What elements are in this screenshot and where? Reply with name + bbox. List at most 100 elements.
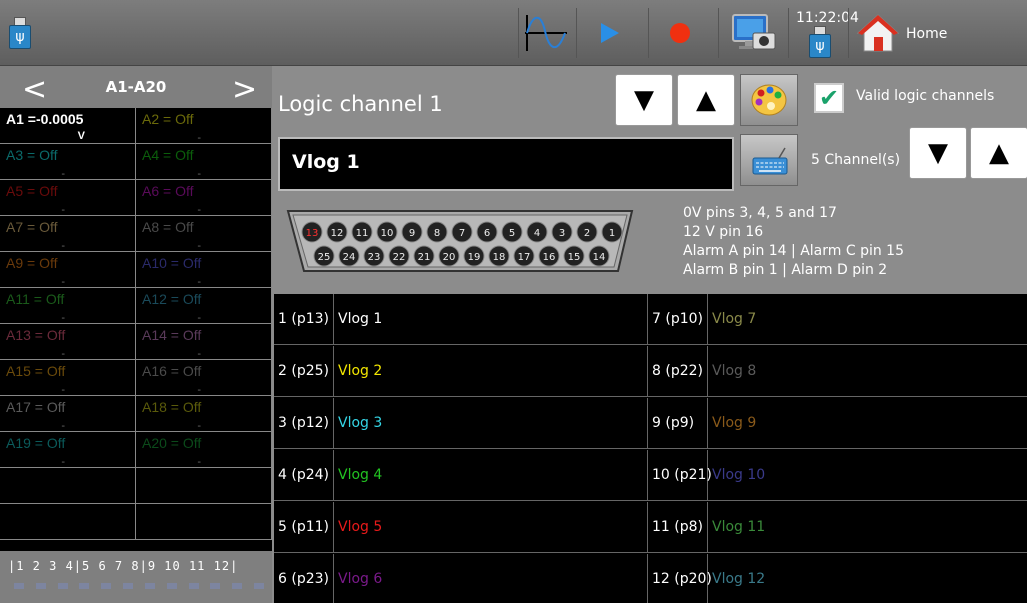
channel-pin-cell[interactable]: 5 (p11) — [274, 502, 334, 553]
channel-cell[interactable]: A6 = Off - — [136, 180, 272, 216]
channel-cell[interactable]: A1 =-0.0005 V — [0, 108, 136, 144]
db25-connector-diagram: 13 12 11 10 9 8 7 6 5 4 3 2 1 25 24 23 22 21 20 19 18 17 16 15… — [286, 210, 634, 272]
channel-pin-cell[interactable]: 12 (p20) — [648, 554, 712, 603]
connector-pin-label: 24 — [343, 252, 356, 263]
channel-name-cell[interactable]: Vlog 7 — [708, 294, 1027, 345]
channel-name-cell[interactable]: Vlog 1 — [334, 294, 648, 345]
channel-cell[interactable]: A20 = Off - — [136, 432, 272, 468]
channel-name-cell[interactable]: Vlog 9 — [708, 398, 1027, 449]
pin-info-line: Alarm B pin 1 | Alarm D pin 2 — [683, 262, 888, 278]
channel-cell[interactable]: A3 = Off - — [0, 144, 136, 180]
divider — [788, 8, 789, 58]
connector-pin-label: 11 — [356, 228, 369, 239]
channel-pin-cell[interactable]: 1 (p13) — [274, 294, 334, 345]
channel-cell[interactable]: A2 = Off - — [136, 108, 272, 144]
channel-cell[interactable] — [136, 468, 272, 504]
channel-pin-cell[interactable]: 10 (p21) — [648, 450, 712, 501]
connector-pin-label: 25 — [318, 252, 331, 263]
usb-button[interactable]: ψ — [6, 8, 34, 58]
channel-cell[interactable]: A15 = Off - — [0, 360, 136, 396]
keyboard-button[interactable] — [740, 134, 798, 186]
channel-value: A5 = Off — [6, 183, 58, 199]
connector-pin-label: 7 — [459, 228, 465, 239]
channel-count-down-button[interactable]: ▼ — [909, 127, 967, 179]
channel-grid-row: A9 = Off - A10 = Off - — [0, 252, 272, 288]
channel-value: A3 = Off — [6, 147, 58, 163]
channel-name-cell[interactable]: Vlog 10 — [708, 450, 1027, 501]
channel-bar: - — [61, 312, 65, 324]
channel-pin-cell[interactable]: 8 (p22) — [648, 346, 708, 397]
usb-status-button[interactable]: ψ — [808, 24, 832, 60]
channel-cell[interactable]: A11 = Off - — [0, 288, 136, 324]
channel-name-cell[interactable]: Vlog 4 — [334, 450, 648, 501]
play-icon — [601, 23, 619, 43]
record-button[interactable] — [660, 8, 700, 58]
channel-bar: - — [61, 240, 65, 252]
home-label: Home — [906, 26, 948, 42]
channel-cell[interactable]: A5 = Off - — [0, 180, 136, 216]
channel-grid-row: A3 = Off - A4 = Off - — [0, 144, 272, 180]
channel-name-cell[interactable]: Vlog 6 — [334, 554, 648, 603]
channel-cell[interactable] — [0, 468, 136, 504]
channel-value: A9 = Off — [6, 255, 58, 271]
ruler-indicators — [14, 583, 264, 589]
channel-count-up-button[interactable]: ▲ — [970, 127, 1027, 179]
channel-pin-cell[interactable]: 4 (p24) — [274, 450, 334, 501]
channel-pin-cell[interactable]: 7 (p10) — [648, 294, 708, 345]
snapshot-button[interactable] — [724, 8, 782, 58]
channel-cell[interactable]: A19 = Off - — [0, 432, 136, 468]
prev-channel-button[interactable]: ▼ — [615, 74, 673, 126]
top-toolbar: ψ 11:22:04 ψ Home — [0, 0, 1027, 66]
channel-bar: - — [61, 348, 65, 360]
channel-name-field[interactable]: Vlog 1 — [278, 137, 734, 191]
channel-grid-row — [0, 468, 272, 504]
connector-pin-label: 12 — [331, 228, 344, 239]
next-channel-button[interactable]: ▲ — [677, 74, 735, 126]
channel-value: A20 = Off — [142, 435, 202, 451]
channel-cell[interactable]: A9 = Off - — [0, 252, 136, 288]
channel-cell[interactable]: A17 = Off - — [0, 396, 136, 432]
channel-bar: - — [197, 348, 201, 360]
valid-logic-checkbox[interactable]: ✔ — [814, 83, 844, 113]
channel-unit: V — [77, 130, 85, 142]
channel-grid-row: A1 =-0.0005 V A2 = Off - — [0, 108, 272, 144]
channel-cell[interactable]: A7 = Off - — [0, 216, 136, 252]
channel-pin-cell[interactable]: 11 (p8) — [648, 502, 708, 553]
connector-pin-label: 1 — [609, 228, 615, 239]
channel-count-label: 5 Channel(s) — [811, 152, 901, 168]
channel-name-cell[interactable]: Vlog 2 — [334, 346, 648, 397]
divider — [848, 8, 849, 58]
channel-name-cell[interactable]: Vlog 12 — [708, 554, 1027, 603]
channel-cell[interactable]: A8 = Off - — [136, 216, 272, 252]
channel-pin-cell[interactable]: 3 (p12) — [274, 398, 334, 449]
channel-bar: - — [197, 168, 201, 180]
channel-pin-cell[interactable]: 9 (p9) — [648, 398, 708, 449]
play-button[interactable] — [590, 8, 630, 58]
channel-bar: - — [197, 204, 201, 216]
connector-pin-label: 16 — [543, 252, 556, 263]
channel-name-cell[interactable]: Vlog 5 — [334, 502, 648, 553]
table-row: 2 (p25) Vlog 28 (p22) Vlog 8 — [274, 346, 1027, 397]
channel-value: A6 = Off — [142, 183, 194, 199]
channel-pin-cell[interactable]: 6 (p23) — [274, 554, 334, 603]
channel-pin-cell[interactable]: 2 (p25) — [274, 346, 334, 397]
next-range-button[interactable]: > — [232, 72, 257, 107]
channel-cell[interactable] — [136, 504, 272, 540]
channel-cell[interactable] — [0, 504, 136, 540]
channel-cell[interactable]: A16 = Off - — [136, 360, 272, 396]
channel-value: A10 = Off — [142, 255, 202, 271]
channel-grid-row: A19 = Off - A20 = Off - — [0, 432, 272, 468]
channel-name-cell[interactable]: Vlog 11 — [708, 502, 1027, 553]
channel-cell[interactable]: A14 = Off - — [136, 324, 272, 360]
channel-cell[interactable]: A12 = Off - — [136, 288, 272, 324]
connector-pin-label: 3 — [559, 228, 565, 239]
channel-name-cell[interactable]: Vlog 8 — [708, 346, 1027, 397]
waveform-button[interactable] — [522, 8, 570, 58]
waveform-icon — [525, 15, 567, 51]
channel-cell[interactable]: A13 = Off - — [0, 324, 136, 360]
channel-cell[interactable]: A18 = Off - — [136, 396, 272, 432]
color-palette-button[interactable] — [740, 74, 798, 126]
channel-cell[interactable]: A10 = Off - — [136, 252, 272, 288]
channel-cell[interactable]: A4 = Off - — [136, 144, 272, 180]
channel-name-cell[interactable]: Vlog 3 — [334, 398, 648, 449]
